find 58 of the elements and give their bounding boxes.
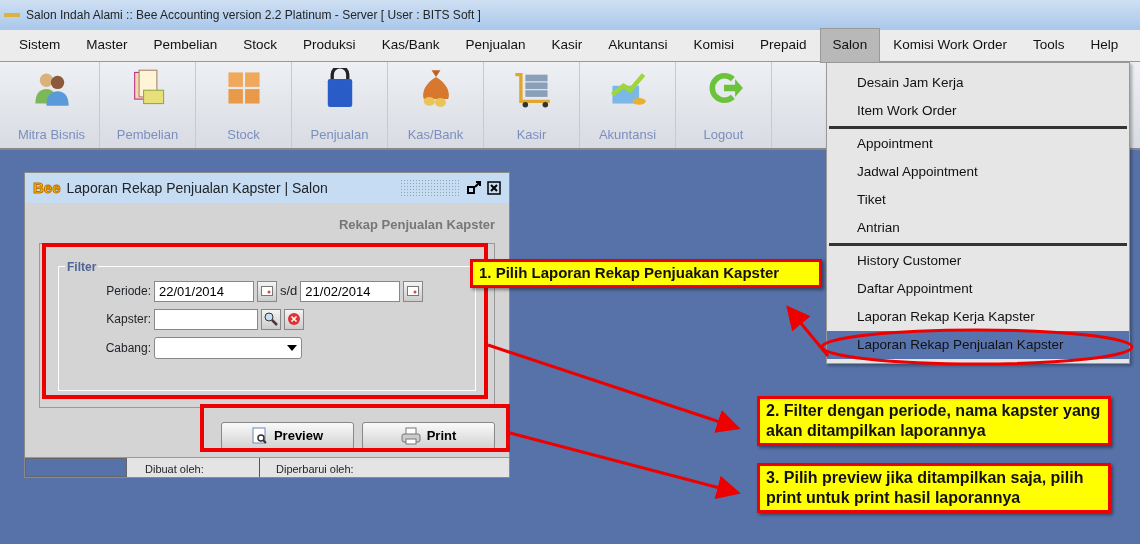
callout-note: 2. Filter dengan periode, nama kapster yang akan ditampilkan laporannya: [757, 396, 1111, 446]
calendar-icon: [407, 286, 420, 296]
print-button[interactable]: Print: [362, 421, 495, 450]
kapster-field[interactable]: [154, 308, 258, 330]
range-separator: s/d: [280, 282, 298, 301]
calendar-button[interactable]: [403, 280, 424, 302]
menu-item[interactable]: Help: [1077, 28, 1132, 63]
menu-item[interactable]: Akuntansi: [595, 28, 681, 63]
updated-by-label: Diperbarui oleh:: [276, 463, 354, 475]
preview-button[interactable]: Preview: [221, 421, 354, 450]
menu-item[interactable]: Kas/Bank: [368, 28, 453, 63]
calendar-icon: [261, 286, 273, 296]
menu-item[interactable]: History Customer: [827, 247, 1129, 275]
app-icon: [4, 11, 20, 19]
window-title: Salon Indah Alami :: Bee Accounting version 2.2 Platinum - Server [ User : BITS Soft ]: [26, 7, 481, 24]
search-icon: [264, 312, 278, 326]
arrow: [786, 305, 830, 357]
restore-icon[interactable]: [467, 181, 481, 195]
menu-item[interactable]: Appointment: [827, 130, 1129, 158]
menu-item[interactable]: Tools: [1019, 28, 1078, 63]
menu-item[interactable]: Salon: [819, 28, 881, 63]
created-by-label: Dibuat oleh:: [145, 463, 204, 475]
menu-item[interactable]: Tiket: [827, 186, 1129, 214]
kapster-label: Kapster:: [105, 311, 151, 328]
menu-item[interactable]: Daftar Appointment: [827, 275, 1129, 303]
menu-item[interactable]: Antrian: [827, 214, 1129, 242]
menu-item[interactable]: Komisi Work Order: [880, 28, 1020, 63]
menu-item[interactable]: Komisi: [680, 28, 748, 63]
menu-item[interactable]: Jadwal Appointment: [827, 158, 1129, 186]
periode-label: Periode:: [105, 283, 151, 300]
close-icon[interactable]: [487, 181, 501, 195]
report-heading: Rekap Penjualan Kapster: [337, 216, 496, 234]
caret-icon: [287, 344, 297, 351]
menu-item[interactable]: Master: [73, 28, 141, 63]
date-from-field[interactable]: 22/01/2014: [154, 280, 254, 302]
bee-logo: Bee: [33, 177, 61, 198]
calendar-button[interactable]: [257, 280, 277, 302]
menu-item[interactable]: Stock: [230, 28, 291, 63]
clear-button[interactable]: [284, 308, 304, 330]
report-window-title: Laporan Rekap Penjualan Kapster | Salon: [66, 178, 328, 198]
menu-item[interactable]: Desain Jam Kerja: [827, 69, 1129, 97]
callout-note: 3. Pilih preview jika ditampilkan saja, pilih print untuk print hasil laporannya: [757, 463, 1111, 513]
menu-item[interactable]: Kasir: [538, 28, 596, 63]
menu-item[interactable]: Item Work Order: [827, 97, 1129, 125]
cabang-dropdown[interactable]: [154, 336, 302, 359]
cabang-label: Cabang:: [104, 339, 151, 357]
menu-item[interactable]: Sistem: [6, 28, 74, 63]
printer-icon: [400, 426, 421, 445]
preview-icon: [251, 426, 268, 445]
menu-item[interactable]: Produksi: [290, 28, 369, 63]
menu-item[interactable]: Penjualan: [452, 28, 539, 63]
menu-item[interactable]: Prepaid: [747, 28, 820, 63]
date-to-field[interactable]: 21/02/2014: [300, 280, 401, 302]
menu-item[interactable]: Pembelian: [140, 28, 231, 63]
search-button[interactable]: [261, 308, 281, 330]
clear-icon: [287, 312, 301, 326]
callout-note: 1. Pilih Laporan Rekap Penjuakan Kapster: [470, 259, 822, 288]
menu-item[interactable]: Laporan Rekap Kerja Kapster: [827, 303, 1129, 331]
